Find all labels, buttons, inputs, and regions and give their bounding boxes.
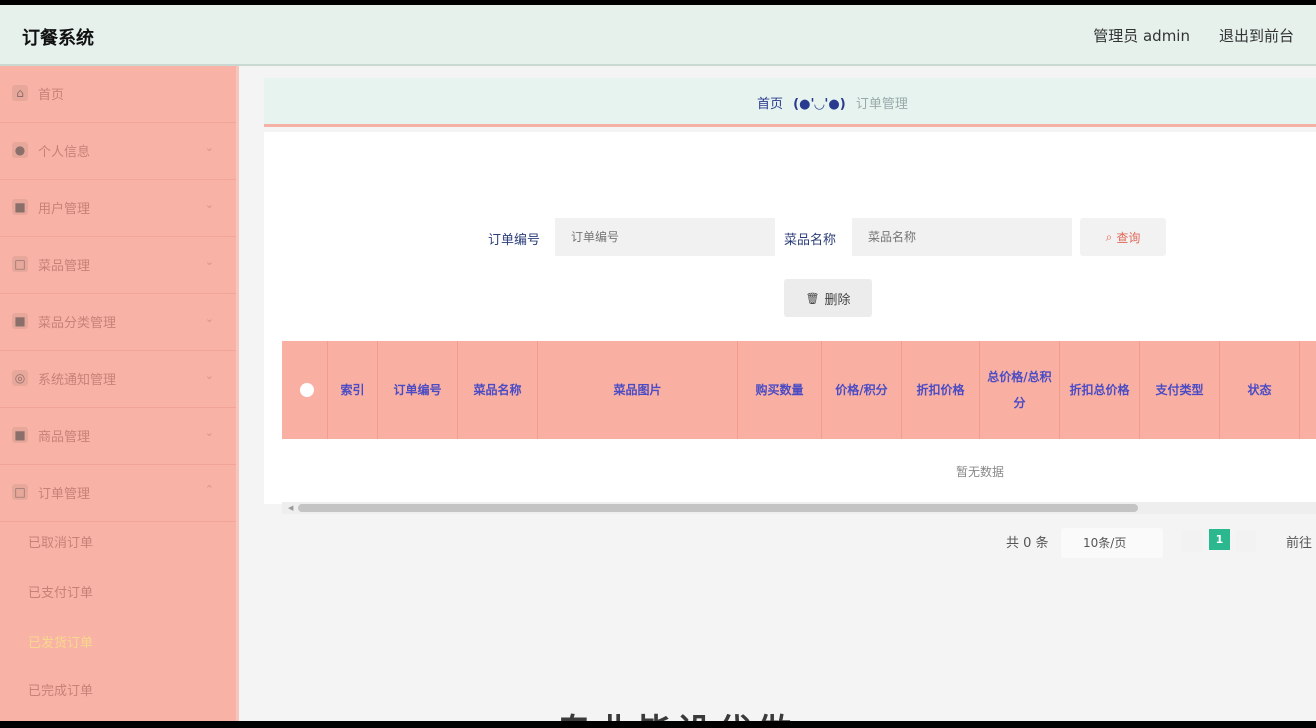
scroll-left-icon[interactable]: ◀	[288, 504, 293, 512]
goods-icon: ■	[12, 427, 28, 443]
search-button[interactable]: ⌕ 查询	[1080, 218, 1166, 256]
sidebar-item-notices[interactable]: ◎ 系统通知管理 ⌄	[0, 351, 236, 408]
column-header[interactable]: 折扣总价格	[1060, 341, 1140, 439]
watermark-text: 专业毕设代做	[557, 704, 797, 721]
sidebar-item-orders[interactable]: □ 订单管理 ⌃	[0, 465, 236, 522]
breadcrumb-bar: 首页 (●'◡'●) 订单管理	[264, 78, 1316, 127]
scrollbar-thumb[interactable]	[298, 504, 1138, 512]
notice-icon: ◎	[12, 370, 28, 386]
admin-label: 管理员 admin	[1093, 27, 1190, 45]
column-header[interactable]: 支付类型	[1140, 341, 1220, 439]
sidebar-item-label: 订单管理	[38, 487, 91, 502]
column-header[interactable]: 状态	[1220, 341, 1300, 439]
sidebar-item-dish-categories[interactable]: ■ 菜品分类管理 ⌄	[0, 294, 236, 351]
delete-button-label: 删除	[824, 292, 851, 308]
search-icon: ⌕	[1105, 229, 1113, 244]
total-count: 共 0 条	[1006, 536, 1049, 551]
sidebar-item-goods[interactable]: ■ 商品管理 ⌄	[0, 408, 236, 465]
trash-icon: 🗑	[805, 291, 820, 305]
sidebar-item-label: 菜品分类管理	[38, 316, 117, 331]
breadcrumb-home[interactable]: 首页	[757, 97, 783, 112]
sidebar-item-home[interactable]: ⌂ 首页	[0, 66, 236, 123]
current-page-button[interactable]: 1	[1209, 529, 1230, 550]
sidebar-item-label: 商品管理	[38, 430, 91, 445]
chevron-down-icon: ⌄	[204, 141, 214, 154]
order-number-input[interactable]	[555, 218, 775, 256]
column-header[interactable]: 折扣价格	[902, 341, 980, 439]
table-header: 索引 订单编号 菜品名称 菜品图片 购买数量 价格/积分 折扣价格 总价格/总积…	[282, 341, 1316, 439]
main-content: 首页 (●'◡'●) 订单管理 订单编号 菜品名称 ⌕ 查询 🗑 删除	[239, 66, 1316, 721]
order-icon: □	[12, 484, 28, 500]
search-button-label: 查询	[1116, 230, 1141, 245]
sidebar-item-label: 菜品管理	[38, 259, 91, 274]
dish-name-input[interactable]	[852, 218, 1072, 256]
order-number-label: 订单编号	[488, 233, 541, 248]
app-frame: 订餐系统 管理员 admin 退出到前台 ⌂ 首页 ● 个人信息 ⌄ ■ 用户管…	[0, 5, 1316, 721]
sidebar-subitem-paid-orders[interactable]: 已支付订单	[28, 582, 93, 601]
breadcrumb-separator: (●'◡'●)	[793, 97, 846, 112]
app-title: 订餐系统	[22, 28, 94, 49]
sidebar-subitem-cancelled-orders[interactable]: 已取消订单	[28, 532, 93, 551]
delete-button[interactable]: 🗑 删除	[784, 279, 872, 317]
dish-icon: □	[12, 256, 28, 272]
sidebar-item-profile[interactable]: ● 个人信息 ⌄	[0, 123, 236, 180]
sidebar-item-users[interactable]: ■ 用户管理 ⌄	[0, 180, 236, 237]
breadcrumb: 首页 (●'◡'●) 订单管理	[757, 93, 908, 112]
column-header[interactable]: 购买数量	[738, 341, 822, 439]
back-to-frontend-link[interactable]: 退出到前台	[1219, 25, 1294, 46]
chevron-down-icon: ⌄	[204, 426, 214, 439]
sidebar-subitem-shipped-orders[interactable]: 已发货订单	[28, 632, 93, 651]
goto-page-label: 前往	[1286, 536, 1313, 551]
sidebar-item-label: 个人信息	[38, 145, 91, 160]
sidebar-item-label: 系统通知管理	[38, 373, 117, 388]
column-header[interactable]: 价格/积分	[822, 341, 902, 439]
dish-name-label: 菜品名称	[784, 233, 837, 248]
users-icon: ■	[12, 199, 28, 215]
next-page-button[interactable]	[1236, 530, 1256, 552]
home-icon: ⌂	[12, 85, 28, 101]
category-icon: ■	[12, 313, 28, 329]
column-header[interactable]: 总价格/总积分	[980, 341, 1060, 439]
chevron-up-icon: ⌃	[204, 483, 214, 496]
horizontal-scrollbar[interactable]: ◀	[282, 502, 1316, 514]
chevron-down-icon: ⌄	[204, 369, 214, 382]
sidebar-item-label: 首页	[38, 88, 65, 103]
user-icon: ●	[12, 142, 28, 158]
sidebar: ⌂ 首页 ● 个人信息 ⌄ ■ 用户管理 ⌄ □ 菜品管理 ⌄ ■ 菜品分类管理…	[0, 66, 239, 721]
breadcrumb-current: 订单管理	[855, 97, 908, 112]
column-header[interactable]: 订单编号	[378, 341, 458, 439]
column-header[interactable]: 索引	[328, 341, 378, 439]
top-header: 订餐系统 管理员 admin 退出到前台	[0, 5, 1316, 66]
page-size-select[interactable]: 10条/页	[1061, 528, 1163, 558]
sidebar-item-dishes[interactable]: □ 菜品管理 ⌄	[0, 237, 236, 294]
sidebar-subitem-completed-orders[interactable]: 已完成订单	[28, 680, 93, 699]
select-all-checkbox[interactable]	[300, 383, 314, 397]
chevron-down-icon: ⌄	[204, 312, 214, 325]
chevron-down-icon: ⌄	[204, 198, 214, 211]
column-header[interactable]: 菜品图片	[538, 341, 738, 439]
chevron-down-icon: ⌄	[204, 255, 214, 268]
empty-table-text: 暂无数据	[956, 465, 1005, 479]
select-all-cell	[282, 341, 328, 439]
sidebar-item-label: 用户管理	[38, 202, 91, 217]
order-panel: 订单编号 菜品名称 ⌕ 查询 🗑 删除 索引 订单编号 菜品名称 菜品图片	[264, 132, 1316, 558]
column-header[interactable]: 菜品名称	[458, 341, 538, 439]
prev-page-button[interactable]	[1182, 530, 1202, 552]
